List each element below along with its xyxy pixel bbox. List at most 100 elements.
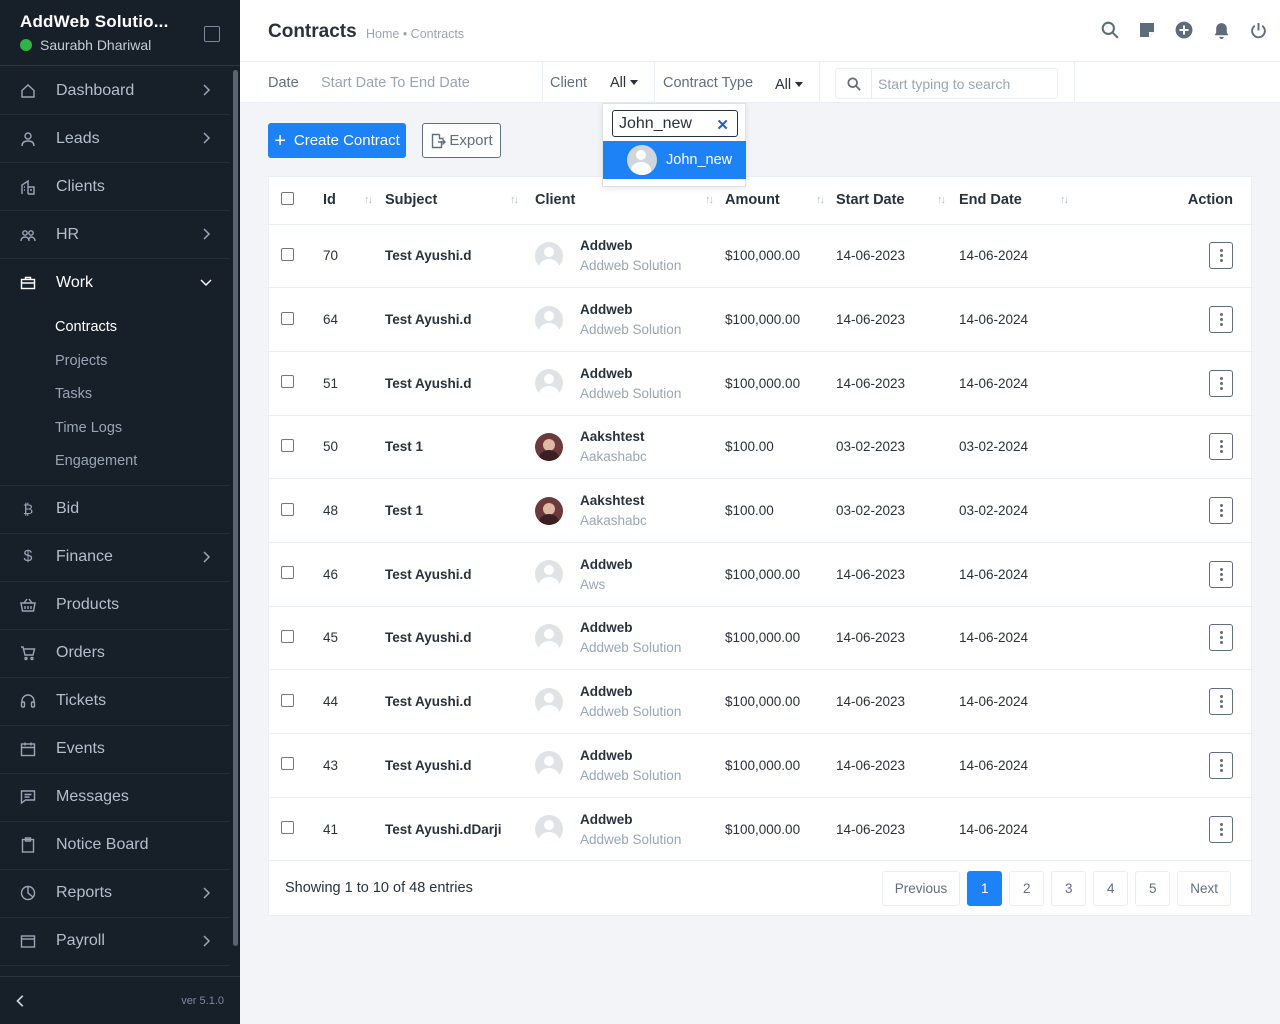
sidebar-item-tickets[interactable]: Tickets bbox=[0, 678, 230, 726]
contract-subject[interactable]: Test Ayushi.d bbox=[373, 542, 523, 607]
sticky-note-icon[interactable] bbox=[1137, 20, 1157, 40]
row-actions-button[interactable] bbox=[1209, 688, 1233, 716]
sidebar-item-orders[interactable]: Orders bbox=[0, 630, 230, 678]
add-circle-icon[interactable] bbox=[1174, 20, 1194, 40]
divider bbox=[654, 62, 655, 103]
sidebar-item-hr[interactable]: HR bbox=[0, 211, 230, 259]
client-name: Addweb bbox=[580, 238, 633, 254]
client-option-john-new[interactable]: John_new bbox=[603, 141, 746, 179]
row-actions-button[interactable] bbox=[1209, 497, 1233, 525]
sidebar-item-events[interactable]: Events bbox=[0, 726, 230, 774]
contract-subject[interactable]: Test Ayushi.d bbox=[373, 351, 523, 416]
client-cell[interactable]: Addweb Addweb Solution bbox=[535, 620, 718, 655]
export-button[interactable]: Export bbox=[422, 123, 501, 158]
submenu-item-tasks[interactable]: Tasks bbox=[0, 378, 230, 412]
row-actions-button[interactable] bbox=[1209, 433, 1233, 461]
client-filter-select[interactable]: All bbox=[610, 62, 639, 103]
page-1-button[interactable]: 1 bbox=[967, 871, 1003, 906]
sort-icon: ↑↓ bbox=[937, 194, 946, 206]
row-checkbox[interactable] bbox=[281, 693, 294, 707]
row-actions-button[interactable] bbox=[1209, 306, 1233, 334]
column-subject[interactable]: Subject ↑↓ bbox=[373, 177, 523, 225]
submenu-item-projects[interactable]: Projects bbox=[0, 345, 230, 379]
row-checkbox[interactable] bbox=[281, 757, 294, 771]
contract-end-date: 14-06-2024 bbox=[952, 669, 1069, 734]
search-input[interactable]: Start typing to search bbox=[878, 76, 1010, 92]
row-actions-button[interactable] bbox=[1209, 815, 1233, 843]
contract-subject[interactable]: Test Ayushi.d bbox=[373, 606, 523, 671]
sidebar-scroll-thumb[interactable] bbox=[233, 70, 238, 946]
client-cell[interactable]: Addweb Addweb Solution bbox=[535, 366, 718, 401]
page-5-button[interactable]: 5 bbox=[1135, 871, 1171, 906]
client-company: Addweb Solution bbox=[580, 385, 682, 401]
search-icon[interactable] bbox=[1100, 20, 1120, 40]
row-checkbox[interactable] bbox=[281, 311, 294, 325]
date-range-input[interactable]: Start Date To End Date bbox=[321, 62, 470, 103]
client-cell[interactable]: Addweb Addweb Solution bbox=[535, 748, 718, 783]
sidebar-item-reports[interactable]: Reports bbox=[0, 870, 230, 918]
sidebar-item-work[interactable]: Work bbox=[0, 259, 230, 307]
client-cell[interactable]: Aakshtest Aakashabc bbox=[535, 493, 718, 528]
sidebar-item-messages[interactable]: Messages bbox=[0, 774, 230, 822]
page-3-button[interactable]: 3 bbox=[1051, 871, 1087, 906]
sidebar-item-products[interactable]: Products bbox=[0, 582, 230, 630]
sidebar-item-leads[interactable]: Leads bbox=[0, 115, 230, 163]
contract-subject[interactable]: Test Ayushi.d bbox=[373, 733, 523, 798]
row-checkbox[interactable] bbox=[281, 821, 294, 835]
sidebar-item-label: Events bbox=[56, 740, 105, 757]
contract-subject[interactable]: Test 1 bbox=[373, 415, 523, 480]
row-checkbox[interactable] bbox=[281, 502, 294, 516]
client-cell[interactable]: Addweb Addweb Solution bbox=[535, 238, 718, 273]
power-icon[interactable] bbox=[1248, 20, 1268, 40]
client-cell[interactable]: Addweb Addweb Solution bbox=[535, 302, 718, 337]
contract-subject[interactable]: Test Ayushi.d bbox=[373, 287, 523, 352]
row-checkbox[interactable] bbox=[281, 566, 294, 580]
search-box[interactable]: Start typing to search bbox=[835, 68, 1058, 99]
sidebar-item-clients[interactable]: Clients bbox=[0, 163, 230, 211]
row-checkbox[interactable] bbox=[281, 438, 294, 452]
row-actions-button[interactable] bbox=[1209, 751, 1233, 779]
row-actions-button[interactable] bbox=[1209, 242, 1233, 270]
client-cell[interactable]: Addweb Aws bbox=[535, 557, 718, 592]
sidebar-item-payroll[interactable]: Payroll bbox=[0, 918, 230, 966]
create-contract-button[interactable]: + Create Contract bbox=[268, 123, 406, 158]
client-dropdown-search-input[interactable]: John_new ✕ bbox=[612, 110, 738, 137]
column-start-date[interactable]: Start Date ↑↓ bbox=[829, 177, 952, 225]
bell-icon[interactable] bbox=[1211, 20, 1231, 40]
submenu-item-contracts[interactable]: Contracts bbox=[0, 311, 230, 345]
sidebar-item-notice-board[interactable]: Notice Board bbox=[0, 822, 230, 870]
submenu-item-engagement[interactable]: Engagement bbox=[0, 445, 230, 479]
column-id[interactable]: Id ↑↓ bbox=[311, 177, 373, 225]
collapse-sidebar-icon[interactable] bbox=[14, 994, 28, 1008]
row-actions-button[interactable] bbox=[1209, 624, 1233, 652]
contract-type-select[interactable]: All bbox=[775, 64, 804, 105]
client-filter-value: All bbox=[610, 74, 627, 91]
row-checkbox[interactable] bbox=[281, 247, 294, 261]
contract-subject[interactable]: Test Ayushi.d bbox=[373, 669, 523, 734]
contract-subject[interactable]: Test 1 bbox=[373, 478, 523, 543]
next-page-button[interactable]: Next bbox=[1177, 871, 1231, 906]
breadcrumb: Home • Contracts bbox=[366, 27, 465, 41]
row-checkbox[interactable] bbox=[281, 375, 294, 389]
client-cell[interactable]: Addweb Addweb Solution bbox=[535, 812, 718, 847]
row-actions-button[interactable] bbox=[1209, 369, 1233, 397]
submenu-item-time-logs[interactable]: Time Logs bbox=[0, 412, 230, 446]
page-4-button[interactable]: 4 bbox=[1093, 871, 1129, 906]
column-end-date[interactable]: End Date ↑↓ bbox=[952, 177, 1069, 225]
previous-page-button[interactable]: Previous bbox=[881, 871, 961, 906]
row-actions-button[interactable] bbox=[1209, 560, 1233, 588]
sidebar-item-finance[interactable]: $ Finance bbox=[0, 534, 230, 582]
client-cell[interactable]: Aakshtest Aakashabc bbox=[535, 429, 718, 464]
contract-subject[interactable]: Test Ayushi.dDarji bbox=[373, 797, 523, 862]
clear-icon[interactable]: ✕ bbox=[716, 116, 729, 134]
contract-end-date: 14-06-2024 bbox=[952, 224, 1069, 289]
sidebar-item-dashboard[interactable]: Dashboard bbox=[0, 67, 230, 115]
row-checkbox[interactable] bbox=[281, 629, 294, 643]
sidebar-footer: ver 5.1.0 bbox=[0, 976, 240, 1024]
sidebar-item-bid[interactable]: ₿ Bid bbox=[0, 486, 230, 534]
page-2-button[interactable]: 2 bbox=[1009, 871, 1045, 906]
client-cell[interactable]: Addweb Addweb Solution bbox=[535, 684, 718, 719]
avatar bbox=[535, 496, 563, 525]
contract-subject[interactable]: Test Ayushi.d bbox=[373, 224, 523, 289]
select-all-checkbox[interactable] bbox=[281, 191, 294, 205]
